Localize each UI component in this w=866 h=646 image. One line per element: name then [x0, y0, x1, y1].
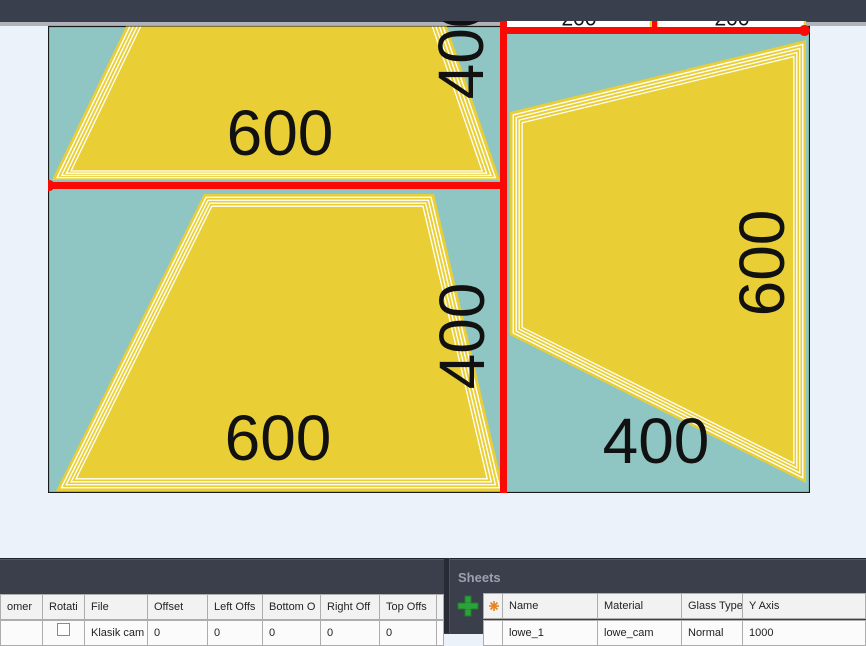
sheets-column-header-glass-type[interactable]: Glass Type — [682, 593, 743, 619]
parts-row-cell[interactable] — [437, 620, 444, 646]
parts-column-header-File[interactable]: File — [85, 594, 148, 620]
parts-column-header-blank[interactable] — [437, 594, 444, 620]
panel-divider[interactable] — [444, 558, 450, 633]
parts-column-header-Offset[interactable]: Offset — [148, 594, 208, 620]
title-bar — [0, 0, 866, 22]
dim-600-bottom-left-piece: 600 — [225, 402, 332, 474]
sheets-column-header-y-axis[interactable]: Y Axis — [743, 593, 866, 619]
dim-600-top-left-piece: 600 — [227, 97, 334, 169]
parts-row-cell[interactable]: 0 — [380, 620, 437, 646]
plus-icon — [455, 593, 481, 619]
sheets-marker-column-header — [483, 593, 503, 619]
dim-400-top-edge: 400 — [425, 21, 497, 99]
parts-column-header-Top Offs[interactable]: Top Offs — [380, 594, 437, 620]
parts-column-header-Bottom O[interactable]: Bottom O — [263, 594, 321, 620]
sheets-row-marker-cell[interactable] — [483, 620, 503, 646]
parts-row-cell[interactable] — [0, 620, 43, 646]
cut-line-horizontal-top-endpoint[interactable] — [799, 25, 810, 36]
add-sheet-button[interactable] — [455, 593, 481, 619]
cutting-layout-canvas[interactable]: 600 400 600 400 600 400 200 200 — [48, 21, 810, 493]
dim-600-right-piece: 600 — [726, 210, 798, 317]
sheets-row-cell[interactable]: Normal — [682, 620, 743, 646]
dim-200-right: 200 — [714, 21, 749, 31]
rotation-checkbox[interactable] — [57, 623, 70, 636]
parts-column-header-Left Offs[interactable]: Left Offs — [208, 594, 263, 620]
sheets-row-cell[interactable]: lowe_cam — [598, 620, 682, 646]
dim-400-middle-edge: 400 — [426, 283, 498, 390]
sheets-row-cell[interactable]: 1000 — [743, 620, 866, 646]
parts-row-cell[interactable]: 0 — [208, 620, 263, 646]
sheets-row-cell[interactable]: lowe_1 — [503, 620, 598, 646]
sheets-column-header-name[interactable]: Name — [503, 593, 598, 619]
sheets-panel-title: Sheets — [458, 570, 501, 585]
parts-row-cell[interactable]: 0 — [263, 620, 321, 646]
parts-column-header-Right Off[interactable]: Right Off — [321, 594, 380, 620]
parts-column-header-omer[interactable]: omer — [0, 594, 43, 620]
sheets-column-header-material[interactable]: Material — [598, 593, 682, 619]
parts-row-cell[interactable]: 0 — [321, 620, 380, 646]
parts-row-cell[interactable]: Klasik cam — [85, 620, 148, 646]
parts-row-cell[interactable]: 0 — [148, 620, 208, 646]
parts-column-header-Rotati[interactable]: Rotati — [43, 594, 85, 620]
dim-400-right-piece: 400 — [603, 405, 710, 477]
marker-asterisk-icon — [488, 600, 500, 612]
dim-200-left: 200 — [561, 21, 596, 31]
